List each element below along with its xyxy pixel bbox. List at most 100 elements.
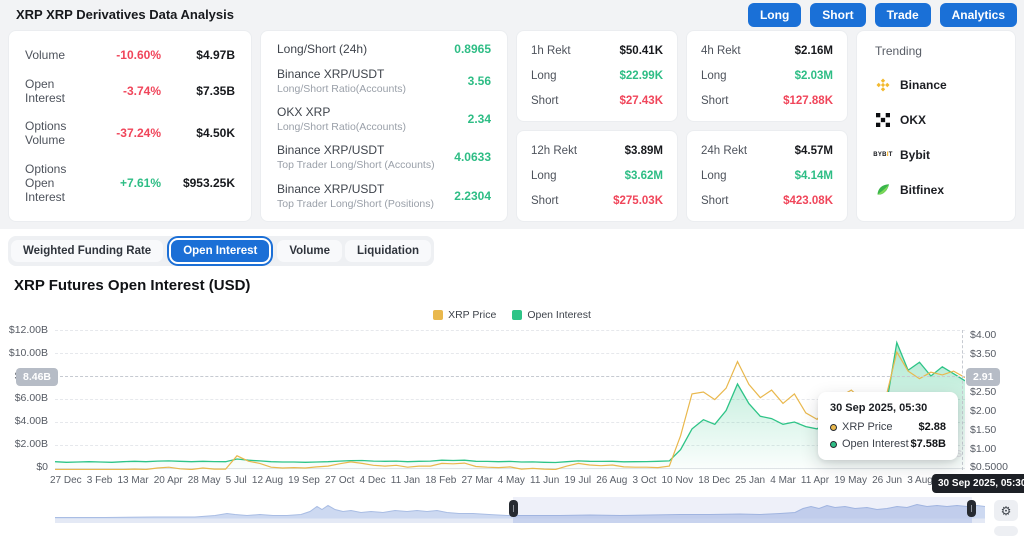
legend-open-interest[interactable]: Open Interest (512, 309, 591, 321)
bitfinex-icon (875, 182, 891, 198)
x-axis-tick: 27 Dec (50, 475, 82, 486)
rekt-cards-grid: 1h Rekt $50.41K Long $22.99K Short $27.4… (516, 30, 848, 222)
rekt-card-1h: 1h Rekt $50.41K Long $22.99K Short $27.4… (516, 30, 678, 122)
ratio-binance-accounts: Binance XRP/USDT Long/Short Ratio(Accoun… (277, 67, 491, 95)
navigator-chart (55, 497, 986, 523)
long-short-ratios-card: Long/Short (24h) 0.8965 Binance XRP/USDT… (260, 30, 508, 222)
rekt-long-label: Long (701, 69, 727, 82)
rekt-long-row: Long $3.62M (531, 170, 663, 182)
stat-label: Open Interest (25, 76, 66, 105)
y-axis-left-tick: $10.00B (8, 346, 48, 359)
ratio-label: Binance XRP/USDT (277, 181, 385, 196)
navigator-left-handle[interactable] (509, 500, 518, 517)
stat-value: $4.50K (196, 126, 235, 141)
stat-label: Options Open Interest (25, 161, 67, 204)
chart-legend: XRP Price Open Interest (0, 309, 1024, 321)
y-axis-left-tick: $0 (36, 460, 48, 473)
chart-title: XRP Futures Open Interest (USD) (14, 277, 251, 294)
x-axis-tick: 27 Mar (461, 475, 493, 486)
rekt-short-row: Short $423.08K (701, 195, 833, 207)
trending-okx[interactable]: OKX (875, 112, 997, 128)
trending-bitfinex[interactable]: Bitfinex (875, 182, 997, 198)
tab-liquidation[interactable]: Liquidation (345, 240, 431, 262)
stat-value: $4.97B (196, 48, 235, 63)
tab-volume[interactable]: Volume (277, 240, 343, 262)
rekt-card-12h: 12h Rekt $3.89M Long $3.62M Short $275.0… (516, 130, 678, 222)
ratio-sublabel: Long/Short Ratio(Accounts) (277, 82, 406, 95)
navigator-right-handle[interactable] (967, 500, 976, 517)
y-axis-right-tick: $2.50 (970, 385, 997, 398)
rekt-period-label: 24h Rekt (701, 145, 748, 158)
rekt-short-label: Short (531, 194, 559, 207)
stat-volume: Volume -10.60% $4.97B (25, 48, 235, 62)
x-axis-tick: 25 Jan (735, 475, 766, 486)
x-axis-tick: 26 Aug (596, 475, 628, 486)
rekt-total-row: 12h Rekt $3.89M (531, 145, 663, 157)
rekt-short-row: Short $275.03K (531, 195, 663, 207)
trending-bybit[interactable]: BYBIT Bybit (873, 147, 997, 163)
trending-list: Binance OKX BYBIT Bybit Bitfinex (873, 77, 997, 198)
tooltip-series-value: $7.58B (910, 438, 946, 450)
legend-label: XRP Price (448, 309, 497, 321)
long-button[interactable]: Long (747, 3, 802, 27)
rekt-total-row: 24h Rekt $4.57M (701, 145, 833, 157)
rekt-long-value: $4.14M (794, 169, 833, 182)
rekt-total-value: $50.41K (619, 45, 663, 58)
short-button[interactable]: Short (810, 3, 866, 27)
market-stats-card: Volume -10.60% $4.97B Open Interest -3.7… (8, 30, 252, 222)
x-axis-tick: 28 May (187, 475, 221, 486)
tab-open-interest[interactable]: Open Interest (171, 240, 270, 262)
bybit-icon: BYBIT (873, 152, 893, 158)
ratio-label: OKX XRP (277, 104, 331, 119)
legend-swatch (433, 310, 444, 320)
trade-button[interactable]: Trade (874, 3, 931, 27)
crosshair-horizontal (55, 376, 965, 377)
chart-navigator[interactable] (55, 497, 986, 523)
x-axis-tick: 27 Oct (324, 475, 355, 486)
tooltip-row: XRP Price $2.88 (830, 421, 946, 433)
stat-options-open-interest: Options Open Interest +7.61% $953.25K (25, 162, 235, 204)
rekt-short-value: $27.43K (619, 94, 663, 107)
x-axis-tick: 11 Apr (800, 475, 830, 486)
stat-change: -37.24% (116, 126, 161, 141)
rekt-long-value: $22.99K (619, 69, 663, 82)
tab-weighted-funding-rate[interactable]: Weighted Funding Rate (11, 240, 164, 262)
corner-strip (994, 526, 1018, 536)
y-axis-right-tick: $4.00 (970, 329, 997, 341)
ratio-value: 3.56 (467, 73, 491, 88)
tooltip-row: Open Interest $7.58B (830, 438, 946, 450)
y-axis-right-tick: $1.00 (970, 442, 997, 455)
y-axis-right-tick: $1.50 (970, 423, 997, 436)
rekt-short-value: $127.88K (783, 94, 833, 107)
ratio-labels: OKX XRP Long/Short Ratio(Accounts) (277, 105, 406, 133)
x-axis-tick: 19 Sep (288, 475, 320, 486)
rekt-long-row: Long $4.14M (701, 170, 833, 182)
stat-label: Options Volume (25, 119, 67, 148)
rekt-total-row: 4h Rekt $2.16M (701, 45, 833, 57)
ratio-labels: Binance XRP/USDT Top Trader Long/Short (… (277, 182, 434, 210)
tooltip-rows: XRP Price $2.88 Open Interest $7.58B (830, 421, 946, 450)
trending-title: Trending (875, 44, 922, 58)
ratio-value: 0.8965 (454, 42, 491, 57)
ratio-label: Binance XRP/USDT (277, 143, 385, 158)
stat-change: -10.60% (116, 48, 161, 63)
tooltip-series-dot (830, 423, 837, 431)
rekt-card-4h: 4h Rekt $2.16M Long $2.03M Short $127.88… (686, 30, 848, 122)
trending-item-name: Binance (900, 78, 947, 92)
x-axis-tick: 11 Jun (530, 475, 560, 486)
legend-xrp-price[interactable]: XRP Price (433, 309, 496, 321)
ratio-labels: Long/Short (24h) (277, 42, 367, 56)
analytics-button[interactable]: Analytics (939, 3, 1017, 27)
trending-binance[interactable]: Binance (875, 77, 997, 93)
y-axis-left-tick: $4.00B (14, 415, 48, 427)
x-axis-tick: 5 Jul (225, 475, 247, 486)
ratio-sublabel: Top Trader Long/Short (Accounts) (277, 159, 435, 172)
gear-icon[interactable]: ⚙ (994, 500, 1018, 521)
y-axis-left-tick: $6.00B (14, 392, 48, 405)
x-axis-tick: 13 Mar (117, 475, 149, 486)
x-axis-tick: 4 May (497, 475, 525, 486)
ratio-binance-toptrader-positions: Binance XRP/USDT Top Trader Long/Short (… (277, 182, 491, 210)
legend-swatch (512, 310, 523, 320)
xrp-derivatives-dashboard: XRP XRP Derivatives Data Analysis Long Sh… (0, 0, 1024, 536)
chart-tooltip: 30 Sep 2025, 05:30 XRP Price $2.88 Open … (818, 392, 958, 460)
